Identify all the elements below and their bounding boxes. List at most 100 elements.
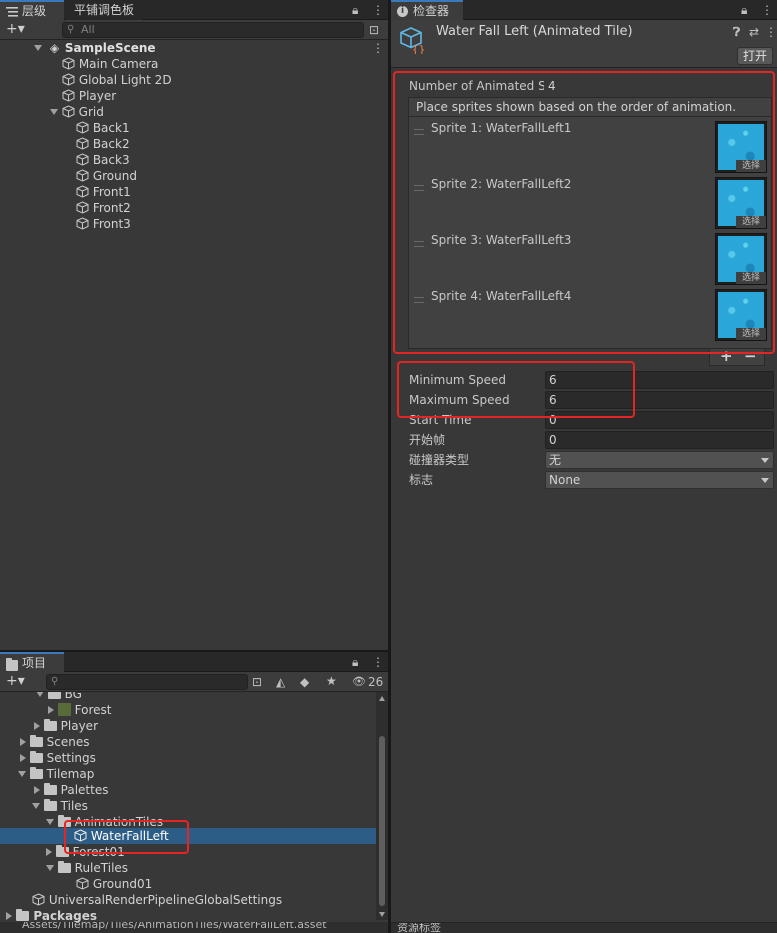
more-menu-icon[interactable]: ⋮ [372, 3, 384, 17]
hierarchy-toolbar: +▾ ⚲ All ⊡ [0, 20, 388, 40]
gameobject-icon [62, 105, 75, 118]
project-item-palettes[interactable]: Palettes [34, 782, 108, 798]
project-item-forest[interactable]: Forest [48, 702, 111, 718]
visible-count: 26 [368, 675, 384, 689]
expand-arrow[interactable] [34, 722, 40, 730]
lock-icon[interactable]: 🔒︎ [352, 655, 358, 669]
expand-arrow[interactable] [20, 754, 26, 762]
flags-value: None [549, 473, 581, 487]
expand-arrow[interactable] [34, 786, 40, 794]
project-item-tiles[interactable]: Tiles [32, 798, 88, 814]
hierarchy-item-back2[interactable]: Back2 [76, 136, 130, 152]
search-scene-icon[interactable]: ⊡ [369, 23, 379, 37]
start-frame-input[interactable]: 0 [545, 431, 774, 449]
project-item-ruletiles[interactable]: RuleTiles [46, 860, 128, 876]
tab-tile-palette[interactable]: 平铺调色板 [66, 0, 143, 20]
project-item-tilemap[interactable]: Tilemap [18, 766, 94, 782]
scroll-up-arrow[interactable] [379, 696, 385, 701]
item-label: RuleTiles [74, 861, 129, 875]
project-tree: BG Forest Player Scenes Settings Tilemap… [0, 692, 376, 932]
search-by-type-icon[interactable]: ⊡ [252, 675, 262, 689]
help-icon[interactable]: ❓︎ [733, 25, 740, 39]
hierarchy-item-ground[interactable]: Ground [76, 168, 137, 184]
scene-row[interactable]: ◈ SampleScene [34, 40, 156, 56]
hierarchy-search-input[interactable]: ⚲ All [62, 22, 364, 38]
hierarchy-item-back1[interactable]: Back1 [76, 120, 130, 136]
item-label: Ground [92, 169, 137, 183]
project-item-settings[interactable]: Settings [20, 750, 96, 766]
collider-type-dropdown[interactable]: 无 [545, 451, 774, 469]
scene-more-icon[interactable]: ⋮ [372, 41, 384, 55]
hierarchy-item-front1[interactable]: Front1 [76, 184, 131, 200]
item-label: Scenes [46, 735, 90, 749]
add-button[interactable]: +▾ [6, 673, 25, 689]
hierarchy-item-global-light[interactable]: Global Light 2D [62, 72, 172, 88]
expand-arrow[interactable] [46, 848, 52, 856]
project-tabbar: 项目 🔒︎ ⋮ [0, 652, 388, 672]
gameobject-icon [62, 57, 75, 70]
item-label: Back3 [92, 153, 130, 167]
scene-name: SampleScene [64, 41, 156, 55]
expand-arrow[interactable] [50, 109, 58, 115]
scroll-down-arrow[interactable] [379, 912, 385, 917]
project-panel: 项目 🔒︎ ⋮ +▾ ⚲ ⊡ ◭ ◆ ★ 👁︎ 26 BG Forest Pla… [0, 652, 388, 933]
project-item-ground01[interactable]: Ground01 [76, 876, 152, 892]
gameobject-icon [62, 73, 75, 86]
hierarchy-item-main-camera[interactable]: Main Camera [62, 56, 158, 72]
project-item-bg[interactable]: BG [36, 692, 82, 702]
expand-arrow[interactable] [46, 819, 54, 825]
hierarchy-item-grid[interactable]: Grid [50, 104, 104, 120]
item-label: Packages [33, 909, 98, 923]
project-search-input[interactable]: ⚲ [46, 674, 248, 690]
expand-arrow[interactable] [18, 771, 26, 777]
expand-arrow[interactable] [36, 692, 44, 697]
folder-icon [16, 909, 30, 921]
flags-label: 标志 [409, 473, 434, 487]
hierarchy-item-back3[interactable]: Back3 [76, 152, 130, 168]
project-item-scenes[interactable]: Scenes [20, 734, 90, 750]
presets-icon[interactable]: ⇄ [749, 25, 759, 39]
hierarchy-item-front3[interactable]: Front3 [76, 216, 131, 232]
gameobject-icon [76, 153, 89, 166]
expand-arrow[interactable] [32, 803, 40, 809]
gameobject-icon [76, 185, 89, 198]
project-scrollbar[interactable] [376, 692, 388, 920]
flags-dropdown[interactable]: None [545, 471, 774, 489]
gameobject-icon [76, 137, 89, 150]
filter-type-icon[interactable]: ◭ [276, 675, 285, 689]
tab-hierarchy[interactable]: 层级 [0, 0, 64, 20]
tile-asset-icon [76, 877, 89, 890]
filter-label-icon[interactable]: ◆ [300, 675, 309, 689]
project-path-bar: Assets/Tilemap/Tiles/AnimationTiles/Wate… [0, 922, 388, 933]
hierarchy-item-player[interactable]: Player [62, 88, 116, 104]
expand-arrow[interactable] [46, 865, 54, 871]
item-label: Settings [46, 751, 96, 765]
animated-tile-icon: {} [400, 27, 425, 54]
scroll-thumb[interactable] [379, 736, 385, 906]
hierarchy-item-front2[interactable]: Front2 [76, 200, 131, 216]
asset-labels-title: 资源标签 [397, 922, 441, 933]
project-item-player[interactable]: Player [34, 718, 98, 734]
more-menu-icon[interactable]: ⋮ [765, 25, 777, 39]
more-menu-icon[interactable]: ⋮ [372, 655, 384, 669]
tab-project[interactable]: 项目 [0, 652, 64, 672]
item-label: Tiles [60, 799, 88, 813]
more-menu-icon[interactable]: ⋮ [761, 3, 773, 17]
gameobject-icon [62, 89, 75, 102]
expand-arrow[interactable] [34, 45, 42, 51]
favorite-icon[interactable]: ★ [326, 674, 337, 688]
expand-arrow[interactable] [6, 912, 12, 920]
add-button[interactable]: +▾ [6, 21, 25, 37]
lock-icon[interactable]: 🔒︎ [352, 3, 358, 17]
lock-icon[interactable]: 🔒︎ [741, 3, 747, 17]
gameobject-icon [76, 169, 89, 182]
visibility-icon[interactable]: 👁︎ [352, 675, 366, 689]
tab-inspector-label: 检查器 [413, 4, 450, 18]
open-button[interactable]: 打开 [737, 47, 773, 65]
expand-arrow[interactable] [48, 706, 54, 714]
tab-inspector[interactable]: i 检查器 [391, 0, 463, 20]
folder-icon [29, 767, 43, 779]
project-item-urp-settings[interactable]: UniversalRenderPipelineGlobalSettings [32, 892, 282, 908]
folder-icon [29, 735, 43, 747]
expand-arrow[interactable] [20, 738, 26, 746]
